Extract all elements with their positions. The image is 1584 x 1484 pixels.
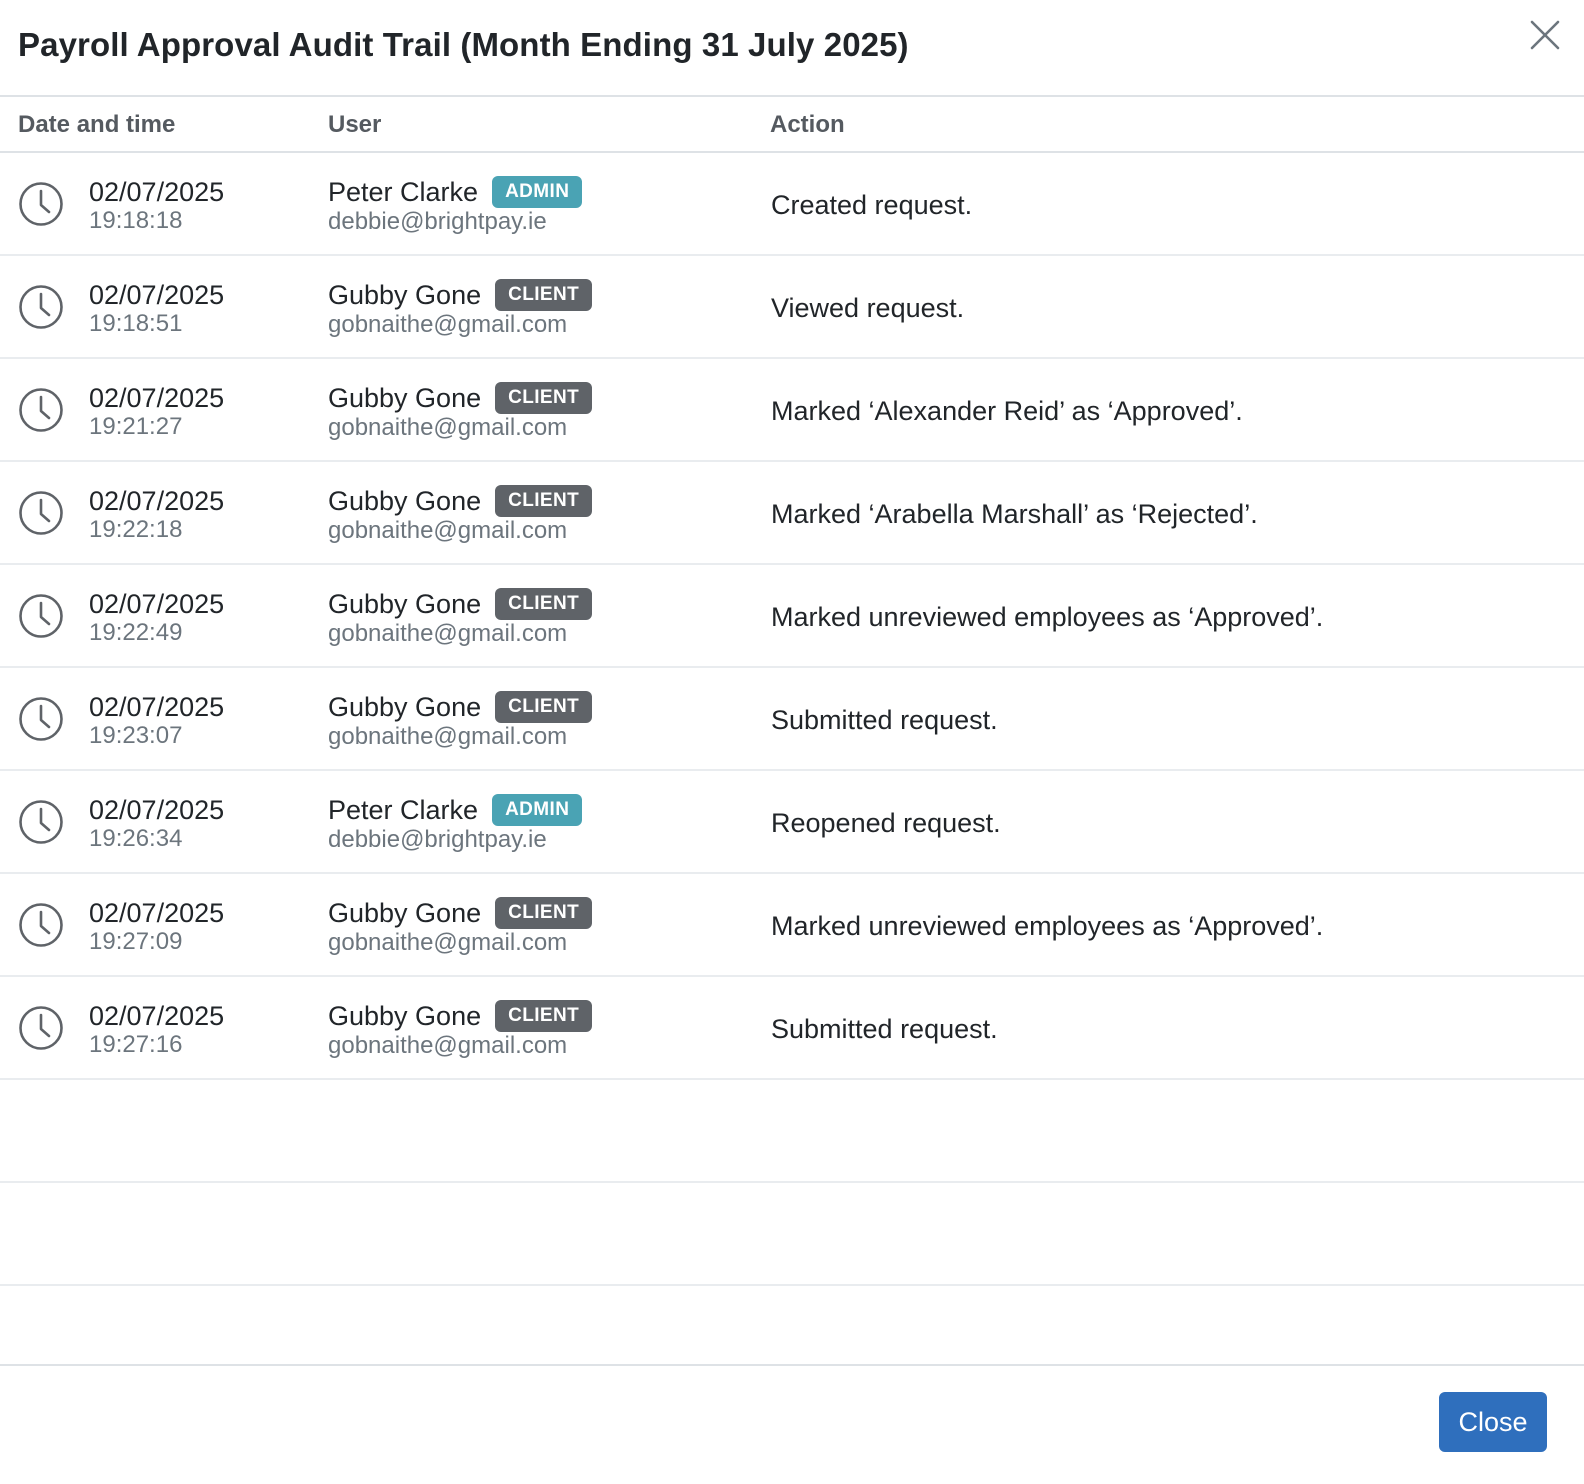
user-name: Peter Clarke	[328, 176, 479, 207]
row-user: Gubby Gone CLIENT	[328, 381, 593, 415]
clock-icon	[19, 285, 63, 329]
row-user: Gubby Gone CLIENT	[328, 587, 593, 621]
user-email: debbie@brightpay.ie	[328, 826, 547, 853]
user-name: Gubby Gone	[328, 1000, 482, 1031]
row-action: Viewed request.	[771, 293, 965, 323]
user-email: gobnaithe@gmail.com	[328, 311, 568, 338]
row-action: Marked unreviewed employees as ‘Approved…	[771, 602, 1324, 632]
row-time: 19:27:16	[89, 1031, 183, 1058]
row-user: Gubby Gone CLIENT	[328, 690, 593, 724]
row-date: 02/07/2025	[89, 1001, 225, 1031]
row-date: 02/07/2025	[89, 383, 225, 413]
row-date: 02/07/2025	[89, 486, 225, 516]
user-name: Gubby Gone	[328, 382, 482, 413]
row-date: 02/07/2025	[89, 795, 225, 825]
empty-table-row	[0, 1080, 1584, 1183]
clock-icon	[19, 594, 63, 638]
column-header-action: Action	[770, 111, 845, 138]
row-time: 19:18:18	[89, 207, 183, 234]
row-user: Gubby Gone CLIENT	[328, 484, 593, 518]
clock-icon	[19, 491, 63, 535]
row-time: 19:26:34	[89, 825, 183, 852]
column-header-date: Date and time	[18, 111, 176, 138]
table-row: 02/07/2025 19:22:18 Gubby Gone CLIENT gobnai…	[0, 462, 1584, 565]
user-name: Peter Clarke	[328, 794, 479, 825]
admin-badge: ADMIN	[492, 794, 583, 826]
user-email: gobnaithe@gmail.com	[328, 723, 568, 750]
close-button[interactable]: Close	[1439, 1392, 1547, 1452]
table-row: 02/07/2025 19:27:16 Gubby Gone CLIENT gobnai…	[0, 977, 1584, 1080]
user-email: gobnaithe@gmail.com	[328, 1032, 568, 1059]
client-badge: CLIENT	[495, 382, 593, 414]
close-icon[interactable]	[1528, 18, 1562, 52]
row-date: 02/07/2025	[89, 692, 225, 722]
clock-icon	[19, 1006, 63, 1050]
table-row: 02/07/2025 19:26:34 Peter Clarke ADMIN debbi…	[0, 771, 1584, 874]
clock-icon	[19, 182, 63, 226]
row-date: 02/07/2025	[89, 280, 225, 310]
table-row: 02/07/2025 19:22:49 Gubby Gone CLIENT gobnai…	[0, 565, 1584, 668]
table-row: 02/07/2025 19:21:27 Gubby Gone CLIENT gobnai…	[0, 359, 1584, 462]
row-time: 19:21:27	[89, 413, 183, 440]
row-action: Marked ‘Arabella Marshall’ as ‘Rejected’…	[771, 499, 1258, 529]
row-action: Reopened request.	[771, 808, 1001, 838]
user-email: gobnaithe@gmail.com	[328, 929, 568, 956]
row-action: Created request.	[771, 190, 973, 220]
client-badge: CLIENT	[495, 1000, 593, 1032]
user-name: Gubby Gone	[328, 485, 482, 516]
row-time: 19:22:18	[89, 516, 183, 543]
row-action: Marked ‘Alexander Reid’ as ‘Approved’.	[771, 396, 1243, 426]
empty-table-row	[0, 1183, 1584, 1286]
clock-icon	[19, 903, 63, 947]
client-badge: CLIENT	[495, 485, 593, 517]
user-name: Gubby Gone	[328, 279, 482, 310]
client-badge: CLIENT	[495, 588, 593, 620]
row-date: 02/07/2025	[89, 898, 225, 928]
dialog-title: Payroll Approval Audit Trail (Month Endi…	[18, 26, 909, 63]
user-name: Gubby Gone	[328, 897, 482, 928]
audit-trail-dialog: Payroll Approval Audit Trail (Month Endi…	[0, 0, 1584, 1484]
dialog-footer: Close	[0, 1364, 1584, 1484]
user-name: Gubby Gone	[328, 691, 482, 722]
row-time: 19:18:51	[89, 310, 183, 337]
admin-badge: ADMIN	[492, 176, 583, 208]
row-date: 02/07/2025	[89, 589, 225, 619]
row-user: Peter Clarke ADMIN	[328, 175, 583, 209]
user-name: Gubby Gone	[328, 588, 482, 619]
user-email: gobnaithe@gmail.com	[328, 620, 568, 647]
table-row: 02/07/2025 19:18:51 Gubby Gone CLIENT gobnai…	[0, 256, 1584, 359]
user-email: gobnaithe@gmail.com	[328, 517, 568, 544]
column-header-user: User	[328, 111, 382, 138]
user-email: debbie@brightpay.ie	[328, 208, 547, 235]
row-user: Gubby Gone CLIENT	[328, 999, 593, 1033]
clock-icon	[19, 800, 63, 844]
row-action: Submitted request.	[771, 1014, 998, 1044]
row-time: 19:23:07	[89, 722, 183, 749]
row-time: 19:27:09	[89, 928, 183, 955]
clock-icon	[19, 697, 63, 741]
table-header: Date and time User Action	[0, 97, 1584, 153]
table-row: 02/07/2025 19:23:07 Gubby Gone CLIENT gobnai…	[0, 668, 1584, 771]
row-time: 19:22:49	[89, 619, 183, 646]
table-row: 02/07/2025 19:27:09 Gubby Gone CLIENT gobnai…	[0, 874, 1584, 977]
client-badge: CLIENT	[495, 691, 593, 723]
table-row: 02/07/2025 19:18:18 Peter Clarke ADMIN debbi…	[0, 153, 1584, 256]
user-email: gobnaithe@gmail.com	[328, 414, 568, 441]
row-date: 02/07/2025	[89, 177, 225, 207]
clock-icon	[19, 388, 63, 432]
row-action: Submitted request.	[771, 705, 998, 735]
row-user: Gubby Gone CLIENT	[328, 278, 593, 312]
row-user: Gubby Gone CLIENT	[328, 896, 593, 930]
row-user: Peter Clarke ADMIN	[328, 793, 583, 827]
client-badge: CLIENT	[495, 897, 593, 929]
audit-table-body: 02/07/2025 19:18:18 Peter Clarke ADMIN debbi…	[0, 153, 1584, 1286]
dialog-header: Payroll Approval Audit Trail (Month Endi…	[0, 0, 1584, 97]
row-action: Marked unreviewed employees as ‘Approved…	[771, 911, 1324, 941]
client-badge: CLIENT	[495, 279, 593, 311]
